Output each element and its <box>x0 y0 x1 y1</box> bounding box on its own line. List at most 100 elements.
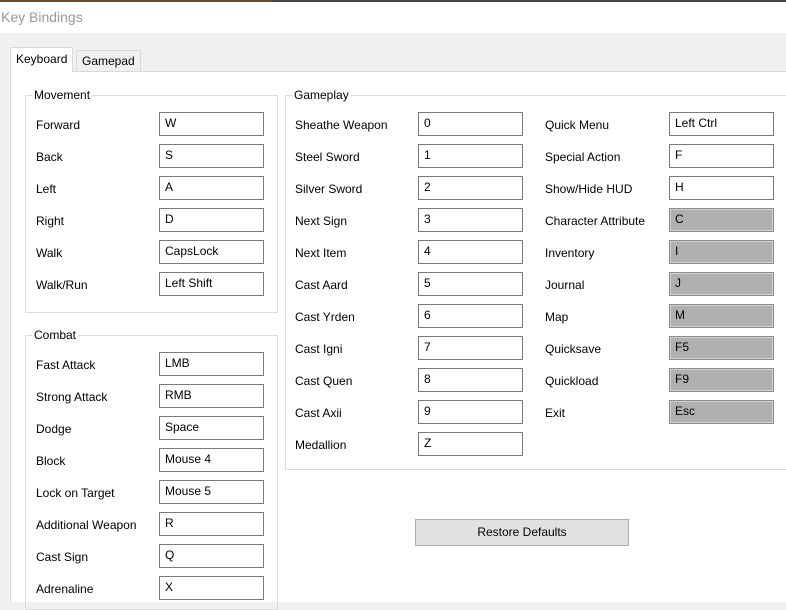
binding-label: Back <box>36 150 63 164</box>
binding-row-cast-aard: Cast Aard 5 <box>295 272 523 298</box>
binding-label: Steel Sword <box>295 150 360 164</box>
binding-row-fast-attack: Fast Attack LMB <box>36 352 264 378</box>
binding-label: Strong Attack <box>36 390 108 404</box>
binding-label: Block <box>36 454 66 468</box>
key-field-quicksave: F5 <box>669 336 774 360</box>
binding-label: Silver Sword <box>295 182 363 196</box>
key-field-walk[interactable]: CapsLock <box>159 240 264 264</box>
binding-label: Sheathe Weapon <box>295 118 388 132</box>
key-field-cast-quen[interactable]: 8 <box>418 368 523 392</box>
key-field-journal: J <box>669 272 774 296</box>
key-field-quick-menu[interactable]: Left Ctrl <box>669 112 774 136</box>
binding-label: Next Sign <box>295 214 348 228</box>
binding-label: Left <box>36 182 57 196</box>
tab-strip: Keyboard Gamepad <box>0 47 786 72</box>
binding-row-character-attribute: Character Attribute C <box>545 208 774 234</box>
key-field-right[interactable]: D <box>159 208 264 232</box>
binding-row-exit: Exit Esc <box>545 400 774 426</box>
movement-group-title: Movement <box>34 88 91 102</box>
tab-keyboard[interactable]: Keyboard <box>10 47 74 72</box>
key-field-dodge[interactable]: Space <box>159 416 264 440</box>
key-field-show-hide-hud[interactable]: H <box>669 176 774 200</box>
key-field-medallion[interactable]: Z <box>418 432 523 456</box>
key-field-sheathe-weapon[interactable]: 0 <box>418 112 523 136</box>
binding-row-next-item: Next Item 4 <box>295 240 523 266</box>
binding-label: Lock on Target <box>36 486 115 500</box>
key-field-left[interactable]: A <box>159 176 264 200</box>
key-field-cast-sign[interactable]: Q <box>159 544 264 568</box>
binding-row-cast-quen: Cast Quen 8 <box>295 368 523 394</box>
binding-label: Additional Weapon <box>36 518 137 532</box>
binding-row-forward: Forward W <box>36 112 264 138</box>
key-field-lock-on-target[interactable]: Mouse 5 <box>159 480 264 504</box>
key-field-walk-run[interactable]: Left Shift <box>159 272 264 296</box>
key-field-strong-attack[interactable]: RMB <box>159 384 264 408</box>
key-field-cast-axii[interactable]: 9 <box>418 400 523 424</box>
binding-row-journal: Journal J <box>545 272 774 298</box>
key-field-fast-attack[interactable]: LMB <box>159 352 264 376</box>
binding-row-back: Back S <box>36 144 264 170</box>
binding-label: Quickload <box>545 374 599 388</box>
binding-label: Inventory <box>545 246 595 260</box>
binding-row-walk-run: Walk/Run Left Shift <box>36 272 264 298</box>
binding-row-quick-menu: Quick Menu Left Ctrl <box>545 112 774 138</box>
binding-label: Next Item <box>295 246 347 260</box>
key-field-forward[interactable]: W <box>159 112 264 136</box>
binding-row-cast-igni: Cast Igni 7 <box>295 336 523 362</box>
binding-label: Medallion <box>295 438 347 452</box>
binding-label: Fast Attack <box>36 358 96 372</box>
binding-label: Cast Aard <box>295 278 348 292</box>
binding-label: Cast Igni <box>295 342 343 356</box>
binding-row-quickload: Quickload F9 <box>545 368 774 394</box>
key-field-back[interactable]: S <box>159 144 264 168</box>
binding-row-block: Block Mouse 4 <box>36 448 264 474</box>
tab-gamepad[interactable]: Gamepad <box>76 50 141 71</box>
title-bar-accent-dark <box>272 0 786 2</box>
binding-row-cast-yrden: Cast Yrden 6 <box>295 304 523 330</box>
window-title: Key Bindings <box>1 9 83 25</box>
binding-row-special-action: Special Action F <box>545 144 774 170</box>
key-field-special-action[interactable]: F <box>669 144 774 168</box>
key-field-block[interactable]: Mouse 4 <box>159 448 264 472</box>
binding-label: Dodge <box>36 422 72 436</box>
binding-label: Quicksave <box>545 342 602 356</box>
key-field-cast-igni[interactable]: 7 <box>418 336 523 360</box>
binding-row-right: Right D <box>36 208 264 234</box>
key-field-adrenaline[interactable]: X <box>159 576 264 600</box>
binding-label: Cast Yrden <box>295 310 355 324</box>
binding-label: Cast Quen <box>295 374 353 388</box>
key-field-next-sign[interactable]: 3 <box>418 208 523 232</box>
binding-row-show-hide-hud: Show/Hide HUD H <box>545 176 774 202</box>
restore-defaults-button[interactable]: Restore Defaults <box>415 519 629 546</box>
binding-row-next-sign: Next Sign 3 <box>295 208 523 234</box>
key-field-inventory: I <box>669 240 774 264</box>
combat-group-title: Combat <box>34 328 77 342</box>
key-field-next-item[interactable]: 4 <box>418 240 523 264</box>
key-field-character-attribute: C <box>669 208 774 232</box>
key-field-silver-sword[interactable]: 2 <box>418 176 523 200</box>
binding-label: Special Action <box>545 150 621 164</box>
key-field-additional-weapon[interactable]: R <box>159 512 264 536</box>
key-field-steel-sword[interactable]: 1 <box>418 144 523 168</box>
binding-label: Character Attribute <box>545 214 646 228</box>
binding-row-walk: Walk CapsLock <box>36 240 264 266</box>
binding-label: Walk/Run <box>36 278 88 292</box>
binding-row-left: Left A <box>36 176 264 202</box>
binding-row-strong-attack: Strong Attack RMB <box>36 384 264 410</box>
binding-label: Quick Menu <box>545 118 610 132</box>
binding-label: Walk <box>36 246 63 260</box>
binding-row-adrenaline: Adrenaline X <box>36 576 264 602</box>
binding-label: Exit <box>545 406 566 420</box>
binding-row-additional-weapon: Additional Weapon R <box>36 512 264 538</box>
key-field-cast-aard[interactable]: 5 <box>418 272 523 296</box>
binding-label: Right <box>36 214 65 228</box>
binding-row-lock-on-target: Lock on Target Mouse 5 <box>36 480 264 506</box>
gameplay-group-title: Gameplay <box>294 88 349 102</box>
binding-label: Cast Axii <box>295 406 342 420</box>
binding-label: Adrenaline <box>36 582 94 596</box>
title-bar: Key Bindings <box>0 0 786 33</box>
binding-label: Cast Sign <box>36 550 89 564</box>
binding-label: Journal <box>545 278 585 292</box>
binding-row-dodge: Dodge Space <box>36 416 264 442</box>
key-field-cast-yrden[interactable]: 6 <box>418 304 523 328</box>
